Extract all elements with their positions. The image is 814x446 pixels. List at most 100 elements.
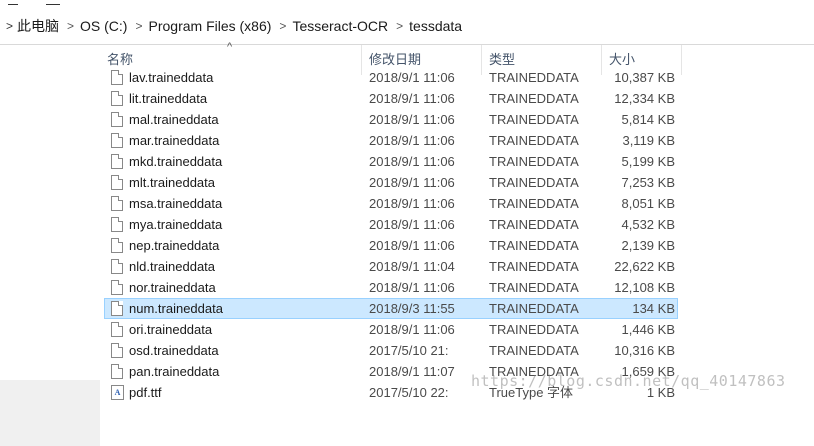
file-modified-date: 2018/9/1 11:06 <box>369 112 455 127</box>
chevron-right-icon[interactable]: > <box>396 19 403 33</box>
file-size: 1,446 KB <box>621 322 676 337</box>
file-size: 2,139 KB <box>621 238 676 253</box>
file-name: lav.traineddata <box>129 70 214 85</box>
file-icon <box>111 175 123 190</box>
file-icon <box>111 217 123 232</box>
file-name: mar.traineddata <box>129 133 220 148</box>
file-icon <box>111 133 123 148</box>
file-icon <box>111 238 123 253</box>
navigation-pane[interactable] <box>0 45 100 446</box>
file-modified-date: 2018/9/1 11:06 <box>369 280 455 295</box>
file-size: 22,622 KB <box>614 259 675 274</box>
file-modified-date: 2018/9/1 11:04 <box>369 259 455 274</box>
file-type: TRAINEDDATA <box>489 70 579 85</box>
breadcrumb-item[interactable]: OS (C:) <box>80 18 127 34</box>
file-type: TRAINEDDATA <box>489 322 579 337</box>
nav-pane-scroll-area[interactable] <box>0 380 100 446</box>
file-size: 5,199 KB <box>621 154 676 169</box>
file-icon <box>111 70 123 85</box>
file-name: osd.traineddata <box>129 343 219 358</box>
ribbon-remnant <box>0 0 814 6</box>
file-icon <box>111 364 123 379</box>
file-row[interactable]: ori.traineddata 2018/9/1 11:06 TRAINEDDATA… <box>104 319 678 340</box>
file-type: TRAINEDDATA <box>489 343 579 358</box>
file-size: 3,119 KB <box>622 133 675 148</box>
file-row[interactable]: lit.traineddata 2018/9/1 11:06 TRAINEDDATA… <box>104 88 678 109</box>
file-type: TRAINEDDATA <box>489 301 579 316</box>
file-row[interactable]: mal.traineddata 2018/9/1 11:06 TRAINEDDATA… <box>104 109 678 130</box>
file-list[interactable]: 名称 ^ 修改日期 类型 大小 lav.traineddata 2018/9/1 … <box>100 41 814 401</box>
file-size: 12,334 KB <box>614 91 675 106</box>
file-modified-date: 2018/9/1 11:06 <box>369 238 455 253</box>
file-icon <box>111 259 123 274</box>
file-size: 12,108 KB <box>614 280 675 295</box>
file-size: 134 KB <box>632 301 675 316</box>
file-icon <box>111 301 123 316</box>
file-modified-date: 2018/9/1 11:06 <box>369 133 455 148</box>
file-row[interactable]: nep.traineddata 2018/9/1 11:06 TRAINEDDATA… <box>104 235 678 256</box>
file-name: num.traineddata <box>129 301 223 316</box>
file-icon <box>111 196 123 211</box>
file-size: 5,814 KB <box>621 112 676 127</box>
file-modified-date: 2018/9/1 11:06 <box>369 217 455 232</box>
watermark: https://blog.csdn.net/qq_40147863 <box>471 372 786 390</box>
file-icon <box>111 322 123 337</box>
file-row[interactable]: nld.traineddata 2018/9/1 11:04 TRAINEDDATA… <box>104 256 678 277</box>
file-modified-date: 2018/9/1 11:07 <box>369 364 455 379</box>
file-name: ori.traineddata <box>129 322 213 337</box>
file-row[interactable]: msa.traineddata 2018/9/1 11:06 TRAINEDDATA… <box>104 193 678 214</box>
file-name: nor.traineddata <box>129 280 216 295</box>
file-size: 10,387 KB <box>614 70 675 85</box>
chevron-right-icon[interactable]: > <box>279 19 286 33</box>
file-modified-date: 2018/9/1 11:06 <box>369 91 455 106</box>
file-row[interactable]: mlt.traineddata 2018/9/1 11:06 TRAINEDDATA… <box>104 172 678 193</box>
file-modified-date: 2017/5/10 21: <box>369 343 449 358</box>
file-icon <box>111 280 123 295</box>
breadcrumb-item[interactable]: tessdata <box>409 18 462 34</box>
breadcrumb: > 此电脑 > OS (C:) > Program Files (x86) > … <box>6 8 462 44</box>
file-type: TRAINEDDATA <box>489 175 579 190</box>
file-row[interactable]: mar.traineddata 2018/9/1 11:06 TRAINEDDATA… <box>104 130 678 151</box>
file-type: TRAINEDDATA <box>489 196 579 211</box>
file-size: 4,532 KB <box>621 217 676 232</box>
file-icon <box>111 343 123 358</box>
file-type: TRAINEDDATA <box>489 259 579 274</box>
file-modified-date: 2018/9/1 11:06 <box>369 175 455 190</box>
file-size: 10,316 KB <box>614 343 675 358</box>
file-size: 7,253 KB <box>621 175 676 190</box>
chevron-right-icon[interactable]: > <box>6 19 13 33</box>
ribbon-fragment <box>8 0 18 5</box>
breadcrumb-item[interactable]: Tesseract-OCR <box>292 18 388 34</box>
file-row[interactable]: nor.traineddata 2018/9/1 11:06 TRAINEDDATA… <box>104 277 678 298</box>
file-icon <box>111 91 123 106</box>
file-row[interactable]: osd.traineddata 2017/5/10 21: TRAINEDDATA 1… <box>104 340 678 361</box>
chevron-right-icon[interactable]: > <box>135 19 142 33</box>
file-modified-date: 2018/9/1 11:06 <box>369 322 455 337</box>
file-modified-date: 2018/9/3 11:55 <box>369 301 455 316</box>
file-name: nep.traineddata <box>129 238 220 253</box>
breadcrumb-item[interactable]: 此电脑 <box>17 16 59 36</box>
file-name: nld.traineddata <box>129 259 216 274</box>
file-type: TRAINEDDATA <box>489 238 579 253</box>
file-type: TRAINEDDATA <box>489 91 579 106</box>
file-type: TRAINEDDATA <box>489 133 579 148</box>
file-icon <box>111 154 123 169</box>
font-file-icon: A <box>111 385 124 400</box>
file-size: 8,051 KB <box>621 196 676 211</box>
breadcrumb-item[interactable]: Program Files (x86) <box>149 18 272 34</box>
ribbon-fragment <box>46 0 60 5</box>
file-modified-date: 2018/9/1 11:06 <box>369 154 455 169</box>
file-row[interactable]: num.traineddata 2018/9/3 11:55 TRAINEDDATA… <box>104 298 678 319</box>
file-modified-date: 2018/9/1 11:06 <box>369 196 455 211</box>
file-icon <box>111 112 123 127</box>
file-name: msa.traineddata <box>129 196 223 211</box>
file-modified-date: 2018/9/1 11:06 <box>369 70 455 85</box>
file-row[interactable]: lav.traineddata 2018/9/1 11:06 TRAINEDDATA… <box>104 67 678 88</box>
file-name: pan.traineddata <box>129 364 220 379</box>
file-row[interactable]: mkd.traineddata 2018/9/1 11:06 TRAINEDDATA… <box>104 151 678 172</box>
file-name: mkd.traineddata <box>129 154 223 169</box>
file-type: TRAINEDDATA <box>489 280 579 295</box>
file-row[interactable]: mya.traineddata 2018/9/1 11:06 TRAINEDDATA… <box>104 214 678 235</box>
address-bar[interactable]: > 此电脑 > OS (C:) > Program Files (x86) > … <box>0 8 814 45</box>
chevron-right-icon[interactable]: > <box>67 19 74 33</box>
